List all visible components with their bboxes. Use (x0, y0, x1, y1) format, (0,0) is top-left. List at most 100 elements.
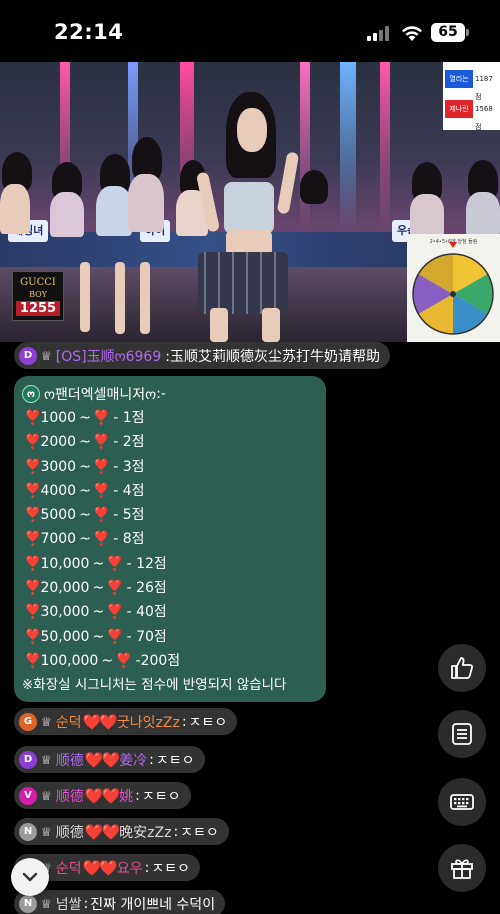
level-badge: D (19, 346, 37, 365)
score-tilde: ~ (92, 555, 105, 572)
heart-icon: ❣️ (24, 458, 42, 475)
heart-icon: ❣️ (24, 531, 42, 548)
crown-icon: ♕ (41, 752, 52, 767)
chat-username[interactable]: 순덕 (56, 712, 82, 732)
chat-separator: : (144, 859, 150, 876)
battery-indicator: 65 (431, 23, 465, 42)
score-amount: 20,000 (40, 580, 90, 597)
wifi-icon (402, 26, 422, 41)
scoreboard: 열리는 1187점 제나린 1568점 (443, 62, 500, 131)
like-button[interactable] (438, 644, 486, 692)
keyboard-icon (450, 794, 474, 810)
host-figure (128, 174, 164, 232)
score-points: -200점 (135, 652, 181, 669)
gift-sub: BOY (29, 290, 47, 299)
score-amount: 4000 (40, 482, 77, 499)
list-icon (452, 723, 472, 745)
score-tilde: ~ (92, 604, 105, 621)
host-figure (466, 192, 500, 236)
crown-icon: ♕ (41, 788, 52, 803)
score-rows: ❣️1000 ~ ❣️ - 1점 ❣️2000 ~ ❣️ - 2점 ❣️3000 ~ ❣️ - 3점 ❣… (22, 406, 318, 673)
gift-brand: GUCCI (20, 277, 56, 288)
scoreboard-score: 1568점 (475, 105, 493, 131)
heart-icon: ❣️ (24, 507, 42, 524)
score-points: - 1점 (113, 410, 145, 426)
score-amount: 10,000 (40, 555, 90, 572)
host-figure (410, 194, 444, 236)
chat-username[interactable]: 顺德 (56, 786, 84, 806)
score-points: - 70점 (126, 628, 167, 645)
heart-icon: ❤️ (99, 858, 118, 877)
scoreboard-team-label: 열리는 (445, 70, 473, 88)
heart-icon: ❣️ (92, 482, 111, 499)
chat-message[interactable]: G ♕ 순덕 ❤️ ❤️ 굿나잇zZz: ㅈㅌㅇ (14, 708, 238, 735)
chat-list-button[interactable] (438, 710, 486, 758)
dancer-skirt (198, 252, 288, 314)
chat-message[interactable]: V ♕ 顺德 ❤️ ❤️ 姚: ㅈㅌㅇ (14, 782, 191, 809)
chat-separator: : (83, 895, 89, 912)
score-row: ❣️30,000 ~ ❣️ - 40점 (22, 600, 318, 624)
score-tilde: ~ (92, 580, 105, 597)
heart-icon: ❤️ (101, 822, 121, 841)
chat-separator: : (149, 751, 154, 768)
chat-text: ㅈㅌㅇ (180, 824, 219, 841)
battery-tip (466, 29, 469, 36)
dancer-arm (276, 151, 300, 215)
stage-light (380, 62, 390, 232)
chat-message[interactable]: N ♕ 넘쌀: 진짜 개이쁘네 수덕이 (14, 890, 226, 914)
level-badge: G (19, 712, 37, 731)
score-points: - 8점 (113, 531, 145, 548)
chat-username-suffix: 굿나잇zZz (116, 714, 180, 731)
heart-icon: ❣️ (106, 628, 124, 645)
score-tilde: ~ (79, 458, 91, 475)
chat-panel[interactable]: D ♕ [OS]玉顺ო6969 :玉顺艾莉顺德灰尘苏打牛奶请帮助 ო ო팬더엑셀… (0, 342, 500, 914)
host-leg (140, 262, 150, 334)
chat-separator: : (173, 823, 179, 840)
chat-username[interactable]: 顺德 (56, 750, 84, 770)
chat-message[interactable]: D ♕ [OS]玉顺ო6969 :玉顺艾莉顺德灰尘苏打牛奶请帮助 (14, 342, 390, 369)
roulette-wheel (412, 242, 494, 335)
heart-icon: ❤️ (101, 786, 121, 805)
crown-icon: ♕ (41, 714, 52, 729)
score-points: - 12점 (126, 555, 167, 572)
thumbs-up-icon (451, 657, 474, 679)
gift-button[interactable] (438, 844, 486, 892)
chat-separator: : (181, 713, 187, 730)
live-video-player[interactable]: 계징녀 하이 우슨 열리는 1187점 제나린 1568점 2•4•5 (0, 62, 500, 342)
heart-icon: ❤️ (99, 712, 118, 731)
heart-icon: ❤️ (101, 750, 121, 769)
status-time: 22:14 (54, 20, 124, 44)
score-points: - 4점 (113, 482, 145, 499)
keyboard-button[interactable] (438, 778, 486, 826)
chat-username[interactable]: 넘쌀 (56, 894, 82, 914)
score-tilde: ~ (79, 482, 91, 499)
score-tilde: ~ (101, 652, 114, 669)
chat-username[interactable]: 순덕 (56, 858, 82, 878)
score-row: ❣️7000 ~ ❣️ - 8점 (22, 527, 318, 551)
heart-icon: ❣️ (24, 482, 42, 499)
scroll-to-bottom-button[interactable] (11, 858, 49, 896)
score-row: ❣️50,000 ~ ❣️ - 70점 (22, 625, 318, 649)
crown-icon: ♕ (41, 824, 52, 839)
chat-message[interactable]: N ♕ 顺德 ❤️ ❤️ 晚安zZz: ㅈㅌㅇ (14, 818, 229, 845)
roulette-wheel-panel: 2•4•5•6에 당첨 돌림 (407, 234, 500, 342)
level-badge: ო (22, 385, 40, 403)
scoreboard-row: 열리는 1187점 (445, 66, 498, 101)
score-row: ❣️20,000 ~ ❣️ - 26점 (22, 576, 318, 600)
stage-light (300, 62, 310, 232)
score-row: ❣️1000 ~ ❣️ - 1점 (22, 406, 318, 430)
level-badge: D (19, 750, 37, 769)
chat-text: ㅈㅌㅇ (188, 714, 228, 731)
chat-username[interactable]: [OS]玉顺ო6969 (56, 346, 161, 366)
card-username[interactable]: ო팬더엑셀매니저ო (44, 384, 156, 404)
chat-username[interactable]: 顺德 (56, 822, 84, 842)
score-row: ❣️10,000 ~ ❣️ - 12점 (22, 552, 318, 576)
cellular-signal-icon (367, 25, 391, 41)
score-amount: 5000 (40, 507, 77, 524)
chat-message[interactable]: D ♕ 顺德 ❤️ ❤️ 姜冷: ㅈㅌㅇ (14, 746, 205, 773)
score-amount: 50,000 (40, 628, 90, 645)
score-row: ❣️2000 ~ ❣️ - 2점 (22, 430, 318, 454)
crown-icon: ♕ (41, 348, 52, 363)
score-tilde: ~ (79, 507, 91, 524)
gift-count: 1255 (16, 301, 60, 316)
